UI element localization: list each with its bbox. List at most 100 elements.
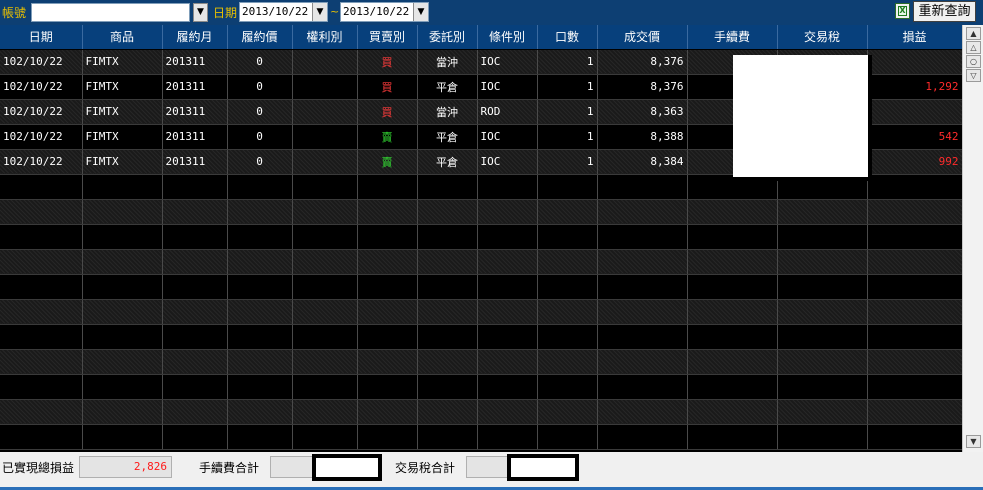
column-header-date[interactable]: 日期 xyxy=(0,25,83,50)
cell-pl xyxy=(867,49,962,75)
chevron-down-icon[interactable]: ▼ xyxy=(312,3,327,21)
empty-table-row[interactable] xyxy=(0,299,962,325)
date-from-value: 2013/10/22 xyxy=(242,5,309,18)
empty-cell xyxy=(867,274,962,300)
column-header-strike[interactable]: 履約價 xyxy=(227,25,293,50)
cell-side: 賣 xyxy=(357,149,418,175)
column-header-side[interactable]: 買賣別 xyxy=(357,25,418,50)
column-header-pl[interactable]: 損益 xyxy=(867,25,962,50)
empty-cell xyxy=(537,299,598,325)
column-header-product[interactable]: 商品 xyxy=(82,25,163,50)
empty-cell xyxy=(82,299,163,325)
scroll-down-button[interactable]: ▼ xyxy=(966,435,981,448)
vertical-scrollbar[interactable]: ▲ △ ○ ▽ ▼ xyxy=(962,25,983,452)
empty-cell xyxy=(82,424,163,450)
cell-month: 201311 xyxy=(162,49,228,75)
cell-condition: IOC xyxy=(477,149,538,175)
cell-order-type: 平倉 xyxy=(417,124,478,150)
empty-table-row[interactable] xyxy=(0,374,962,400)
empty-cell xyxy=(162,349,228,375)
empty-cell xyxy=(417,374,478,400)
empty-cell xyxy=(0,324,83,350)
summary-footer: 已實現總損益 2,826 手續費合計 交易稅合計 xyxy=(0,452,983,490)
account-dropdown-button[interactable]: ▼ xyxy=(193,3,208,22)
empty-cell xyxy=(477,224,538,250)
empty-cell xyxy=(162,399,228,425)
empty-table-row[interactable] xyxy=(0,324,962,350)
cell-pl: 992 xyxy=(867,149,962,175)
column-header-price[interactable]: 成交價 xyxy=(597,25,688,50)
empty-cell xyxy=(357,349,418,375)
empty-cell xyxy=(867,424,962,450)
cell-qty: 1 xyxy=(537,99,598,125)
excel-export-button[interactable]: X xyxy=(895,3,910,19)
empty-cell xyxy=(292,349,358,375)
scroll-page-up-button[interactable]: △ xyxy=(966,41,981,54)
column-header-fee[interactable]: 手續費 xyxy=(687,25,778,50)
empty-cell xyxy=(597,324,688,350)
cell-order-type: 當沖 xyxy=(417,99,478,125)
empty-cell xyxy=(867,349,962,375)
date-to-picker[interactable]: 2013/10/22 ▼ xyxy=(340,2,429,22)
empty-table-row[interactable] xyxy=(0,249,962,275)
date-from-picker[interactable]: 2013/10/22 ▼ xyxy=(239,2,328,22)
empty-cell xyxy=(82,349,163,375)
column-header-condition[interactable]: 條件別 xyxy=(477,25,538,50)
empty-cell xyxy=(537,399,598,425)
empty-cell xyxy=(537,349,598,375)
cell-strike: 0 xyxy=(227,49,293,75)
date-range-separator: ~ xyxy=(330,5,340,18)
empty-cell xyxy=(477,199,538,225)
empty-cell xyxy=(687,199,778,225)
empty-cell xyxy=(417,224,478,250)
scroll-thumb[interactable]: ○ xyxy=(966,55,981,68)
cell-qty: 1 xyxy=(537,49,598,75)
cell-date: 102/10/22 xyxy=(0,124,83,150)
empty-cell xyxy=(357,424,418,450)
empty-cell xyxy=(227,424,293,450)
cell-side: 買 xyxy=(357,74,418,100)
empty-cell xyxy=(687,224,778,250)
empty-table-row[interactable] xyxy=(0,224,962,250)
account-input[interactable] xyxy=(31,3,190,22)
empty-table-row[interactable] xyxy=(0,349,962,375)
empty-table-row[interactable] xyxy=(0,199,962,225)
empty-cell xyxy=(0,424,83,450)
chevron-down-icon[interactable]: ▼ xyxy=(413,3,428,21)
empty-cell xyxy=(417,424,478,450)
empty-cell xyxy=(417,199,478,225)
empty-cell xyxy=(357,174,418,200)
column-header-qty[interactable]: 口數 xyxy=(537,25,598,50)
redaction-box xyxy=(507,454,579,481)
requery-button[interactable]: 重新查詢 xyxy=(913,1,976,22)
cell-order-type: 平倉 xyxy=(417,74,478,100)
arrow-up-icon: △ xyxy=(970,43,977,52)
empty-cell xyxy=(537,224,598,250)
arrow-down-icon: ▼ xyxy=(970,437,977,446)
empty-table-row[interactable] xyxy=(0,424,962,450)
empty-cell xyxy=(0,174,83,200)
empty-cell xyxy=(867,224,962,250)
cell-right xyxy=(292,99,358,125)
empty-cell xyxy=(227,174,293,200)
empty-cell xyxy=(597,424,688,450)
empty-table-row[interactable] xyxy=(0,399,962,425)
column-header-right[interactable]: 權利別 xyxy=(292,25,358,50)
column-header-tax[interactable]: 交易稅 xyxy=(777,25,868,50)
cell-product: FIMTX xyxy=(82,99,163,125)
empty-cell xyxy=(82,274,163,300)
scroll-page-down-button[interactable]: ▽ xyxy=(966,69,981,82)
empty-cell xyxy=(537,249,598,275)
cell-condition: IOC xyxy=(477,124,538,150)
column-header-order-type[interactable]: 委託別 xyxy=(417,25,478,50)
cell-strike: 0 xyxy=(227,124,293,150)
empty-cell xyxy=(477,274,538,300)
scroll-up-button[interactable]: ▲ xyxy=(966,27,981,40)
cell-price: 8,376 xyxy=(597,74,688,100)
column-header-month[interactable]: 履約月 xyxy=(162,25,228,50)
empty-table-row[interactable] xyxy=(0,274,962,300)
empty-cell xyxy=(162,299,228,325)
empty-cell xyxy=(357,199,418,225)
empty-cell xyxy=(687,274,778,300)
arrow-up-icon: ▲ xyxy=(970,29,977,38)
